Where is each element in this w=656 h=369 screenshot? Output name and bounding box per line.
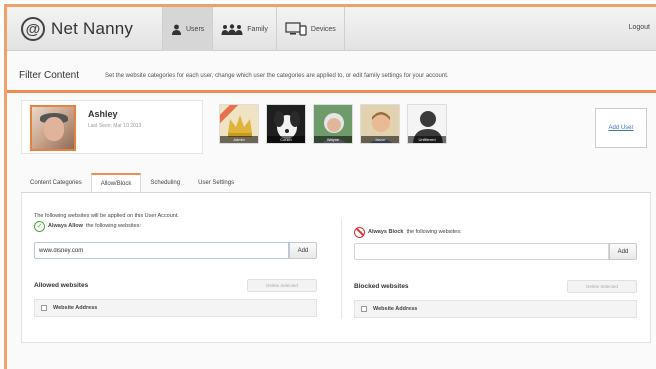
avatar-label: Unfiltered [408, 136, 446, 143]
allow-heading-rest: the following websites: [85, 223, 141, 229]
block-column: Always Block the following websites: Add… [354, 219, 637, 318]
block-input-row: Add [354, 243, 637, 260]
user-icon [171, 24, 182, 35]
current-user-card: Ashley Last Seen: Mar 10 2013 [21, 100, 203, 154]
allowed-websites-table-header: Website Address [34, 299, 317, 317]
tab-allow-block[interactable]: Allow/Block [90, 173, 142, 193]
user-avatar-couch[interactable]: Couch [266, 104, 306, 144]
main-nav: Users Family Devices [162, 7, 345, 51]
tab-content-categories[interactable]: Content Categories [21, 173, 91, 193]
block-circle-icon [354, 226, 365, 238]
blocked-websites-table-header: Website Address [354, 300, 637, 318]
family-icon [221, 23, 243, 35]
avatar-label: Jason [361, 136, 399, 143]
allow-add-button[interactable]: Add [289, 242, 317, 259]
avatar-label: Admin [220, 136, 258, 143]
block-heading-rest: the following websites: [406, 229, 462, 235]
column-divider [341, 219, 342, 319]
user-avatar-unfiltered[interactable]: Unfiltered [407, 104, 447, 144]
block-add-button[interactable]: Add [609, 243, 637, 260]
nav-family-label: Family [247, 25, 268, 33]
allowed-delete-selected-button[interactable]: Delete Selected [247, 279, 317, 292]
allow-url-input[interactable] [34, 242, 289, 259]
tab-bar: Content Categories Allow/Block Schedulin… [21, 173, 243, 193]
page-title: Filter Content [19, 70, 80, 81]
allow-block-panel: The following websites will be applied o… [21, 193, 651, 343]
nav-devices-label: Devices [310, 25, 336, 33]
blocked-list-header: Blocked websites Delete Selected [354, 280, 637, 294]
user-avatar-jason[interactable]: Jason [360, 104, 400, 144]
avatar-label: Couch [267, 136, 305, 143]
block-heading: Always Block the following websites: [354, 225, 637, 239]
logo-mark-icon: @ [21, 17, 45, 41]
filter-content-bar: Filter Content Set the website categorie… [7, 63, 656, 93]
top-header: @ Net Nanny Users Family Devices Logout [7, 7, 656, 51]
blocked-delete-selected-button[interactable]: Delete Selected [567, 280, 637, 293]
avatar [30, 105, 76, 151]
blocked-select-all-checkbox[interactable] [361, 306, 367, 312]
block-heading-bold: Always Block [368, 229, 404, 235]
tab-user-settings[interactable]: User Settings [189, 173, 243, 193]
allowed-column-website-address: Website Address [53, 305, 98, 311]
allow-heading: ✓ Always Allow the following websites: [34, 219, 317, 233]
devices-icon [285, 22, 307, 36]
last-seen-text: Last Seen: Mar 10 2013 [88, 123, 142, 129]
check-circle-icon: ✓ [34, 220, 45, 232]
app-window: @ Net Nanny Users Family Devices Logout … [4, 4, 656, 369]
block-url-input[interactable] [354, 243, 609, 260]
avatar-label: Wayne [314, 136, 352, 143]
current-user-name: Ashley [88, 109, 118, 119]
allowed-websites-title: Allowed websites [34, 282, 89, 289]
blocked-websites-title: Blocked websites [354, 283, 409, 290]
user-avatar-admin[interactable]: Admin [219, 104, 259, 144]
allow-heading-bold: Always Allow [48, 223, 83, 229]
allowed-select-all-checkbox[interactable] [41, 305, 47, 311]
blocked-column-website-address: Website Address [373, 306, 418, 312]
user-selector: Ashley Last Seen: Mar 10 2013 Admin Couc… [21, 98, 651, 158]
allow-column: ✓ Always Allow the following websites: A… [34, 219, 317, 317]
nav-family[interactable]: Family [212, 7, 276, 51]
net-nanny-logo[interactable]: @ Net Nanny [21, 17, 133, 41]
allow-input-row: Add [34, 242, 317, 259]
nav-users[interactable]: Users [162, 7, 213, 51]
tab-scheduling[interactable]: Scheduling [141, 173, 189, 193]
add-user-button[interactable]: Add User [595, 108, 647, 148]
nav-devices[interactable]: Devices [275, 7, 345, 51]
page-description: Set the website categories for each user… [105, 73, 449, 79]
user-avatar-wayne[interactable]: Wayne [313, 104, 353, 144]
logout-link[interactable]: Logout [629, 24, 650, 31]
nav-users-label: Users [186, 25, 205, 33]
app-name: Net Nanny [51, 19, 134, 38]
allowed-list-header: Allowed websites Delete Selected [34, 279, 317, 293]
